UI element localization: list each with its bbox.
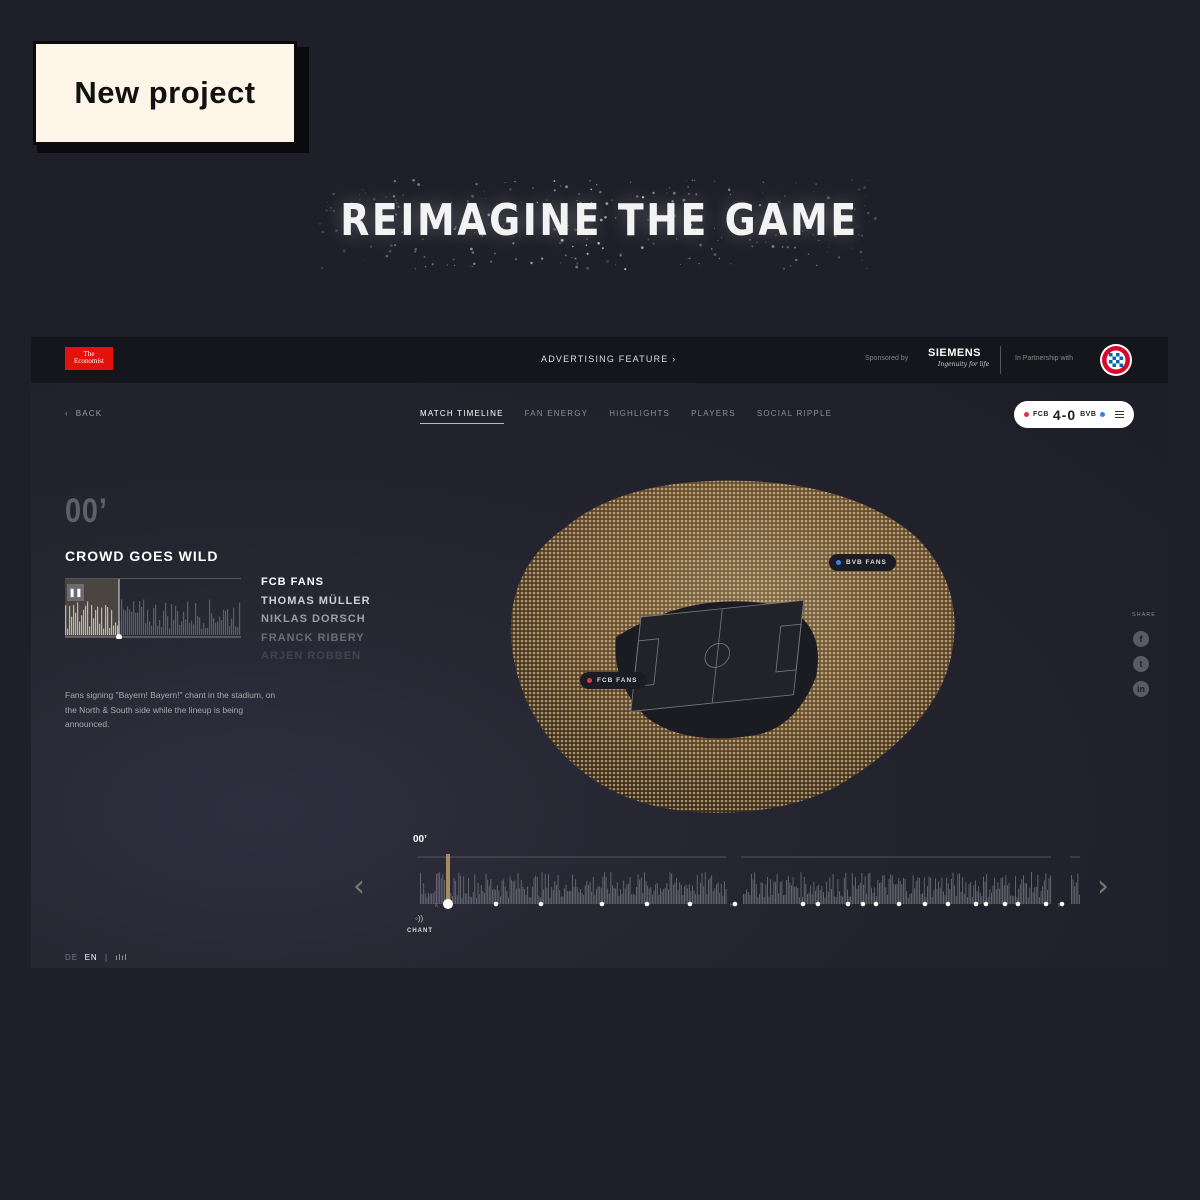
- tab-highlights[interactable]: HIGHLIGHTS: [609, 409, 670, 424]
- project-tag-label: New project: [74, 75, 256, 110]
- sound-bars-icon[interactable]: ılıl: [115, 953, 127, 962]
- person-item[interactable]: NIKLAS DORSCH: [261, 610, 371, 629]
- fcb-dot-icon: [587, 678, 592, 683]
- advertising-feature-link[interactable]: ADVERTISING FEATURE ›: [541, 354, 676, 364]
- siemens-logo[interactable]: SIEMENS: [928, 347, 981, 359]
- people-list: FCB FANS THOMAS MÜLLER NIKLAS DORSCH FRA…: [261, 573, 371, 666]
- linkedin-icon[interactable]: in: [1133, 681, 1149, 697]
- lang-en[interactable]: EN: [85, 953, 98, 962]
- person-item[interactable]: FCB FANS: [261, 573, 371, 592]
- lang-divider: |: [104, 953, 109, 962]
- app-screenshot: The Economist ADVERTISING FEATURE › Spon…: [31, 337, 1168, 968]
- home-team: FCB: [1033, 411, 1049, 418]
- person-item[interactable]: FRANCK RIBERY: [261, 629, 371, 648]
- football-pitch: [630, 599, 805, 712]
- advertising-label: ADVERTISING FEATURE: [541, 354, 669, 364]
- chant-label: CHANT: [407, 928, 433, 934]
- share-label: SHARE: [1132, 612, 1156, 618]
- hamburger-menu-icon[interactable]: [1115, 411, 1124, 418]
- score-pill[interactable]: FCB 4-0 BVB: [1014, 401, 1134, 428]
- event-headline: CROWD GOES WILD: [65, 548, 219, 564]
- person-item[interactable]: ARJEN ROBBEN: [261, 647, 371, 666]
- stadium-visualization[interactable]: [496, 467, 966, 827]
- sound-icon: ◦)): [415, 914, 424, 923]
- chevron-right-icon: ›: [672, 354, 677, 364]
- next-arrow-icon[interactable]: ›: [1097, 869, 1109, 904]
- tab-social-ripple[interactable]: SOCIAL RIPPLE: [757, 409, 832, 424]
- page: New project REIMAGINE THE GAME The Econo…: [0, 0, 1200, 1200]
- prev-arrow-icon[interactable]: ‹: [353, 869, 365, 904]
- fcb-dot-icon: [1024, 412, 1029, 417]
- hero-title: REIMAGINE THE GAME: [340, 194, 860, 246]
- logo-line-2: Economist: [74, 357, 104, 365]
- person-item[interactable]: THOMAS MÜLLER: [261, 592, 371, 611]
- economist-logo[interactable]: The Economist: [65, 347, 113, 370]
- bvb-dot-icon: [836, 560, 841, 565]
- tab-players[interactable]: PLAYERS: [691, 409, 736, 424]
- project-tag: New project: [33, 41, 297, 145]
- timeline-current-minute: 00’: [413, 834, 427, 845]
- facebook-icon[interactable]: f: [1133, 631, 1149, 647]
- lang-de[interactable]: DE: [65, 953, 78, 962]
- fcb-fans-badge[interactable]: FCB FANS: [580, 672, 647, 689]
- bvb-fans-label: BVB FANS: [846, 559, 887, 566]
- bvb-fans-badge[interactable]: BVB FANS: [829, 554, 896, 571]
- chevron-left-icon: ‹: [65, 409, 69, 418]
- hero: REIMAGINE THE GAME: [280, 150, 920, 290]
- fcb-fans-label: FCB FANS: [597, 677, 638, 684]
- audio-waveform[interactable]: ❚❚: [65, 578, 241, 639]
- header-divider: [1000, 346, 1001, 374]
- twitter-icon[interactable]: t: [1133, 656, 1149, 672]
- event-minute: 00’: [65, 492, 108, 530]
- bvb-dot-icon: [1100, 412, 1106, 417]
- pause-icon[interactable]: ❚❚: [67, 584, 84, 601]
- match-timeline[interactable]: KHTFT: [388, 854, 1084, 914]
- event-description: Fans signing "Bayern! Bayern!" chant in …: [65, 690, 276, 729]
- tab-match-timeline[interactable]: MATCH TIMELINE: [420, 409, 504, 424]
- score-result: 4-0: [1052, 406, 1077, 423]
- back-label: BACK: [75, 409, 103, 418]
- language-switcher: DE EN | ılıl: [65, 953, 127, 962]
- tab-fan-energy[interactable]: FAN ENERGY: [525, 409, 589, 424]
- away-team: BVB: [1080, 411, 1097, 418]
- back-link[interactable]: ‹ BACK: [65, 409, 102, 418]
- partnership-label: In Partnership with: [1015, 355, 1073, 362]
- sponsored-by-label: Sponsored by: [865, 355, 909, 362]
- mini-waveform-graphic: [65, 579, 241, 639]
- top-bar: The Economist ADVERTISING FEATURE › Spon…: [31, 337, 1168, 383]
- fc-bayern-crest-icon[interactable]: [1099, 343, 1133, 377]
- siemens-tagline: Ingenuity for life: [938, 361, 990, 368]
- section-tabs: MATCH TIMELINE FAN ENERGY HIGHLIGHTS PLA…: [420, 409, 853, 424]
